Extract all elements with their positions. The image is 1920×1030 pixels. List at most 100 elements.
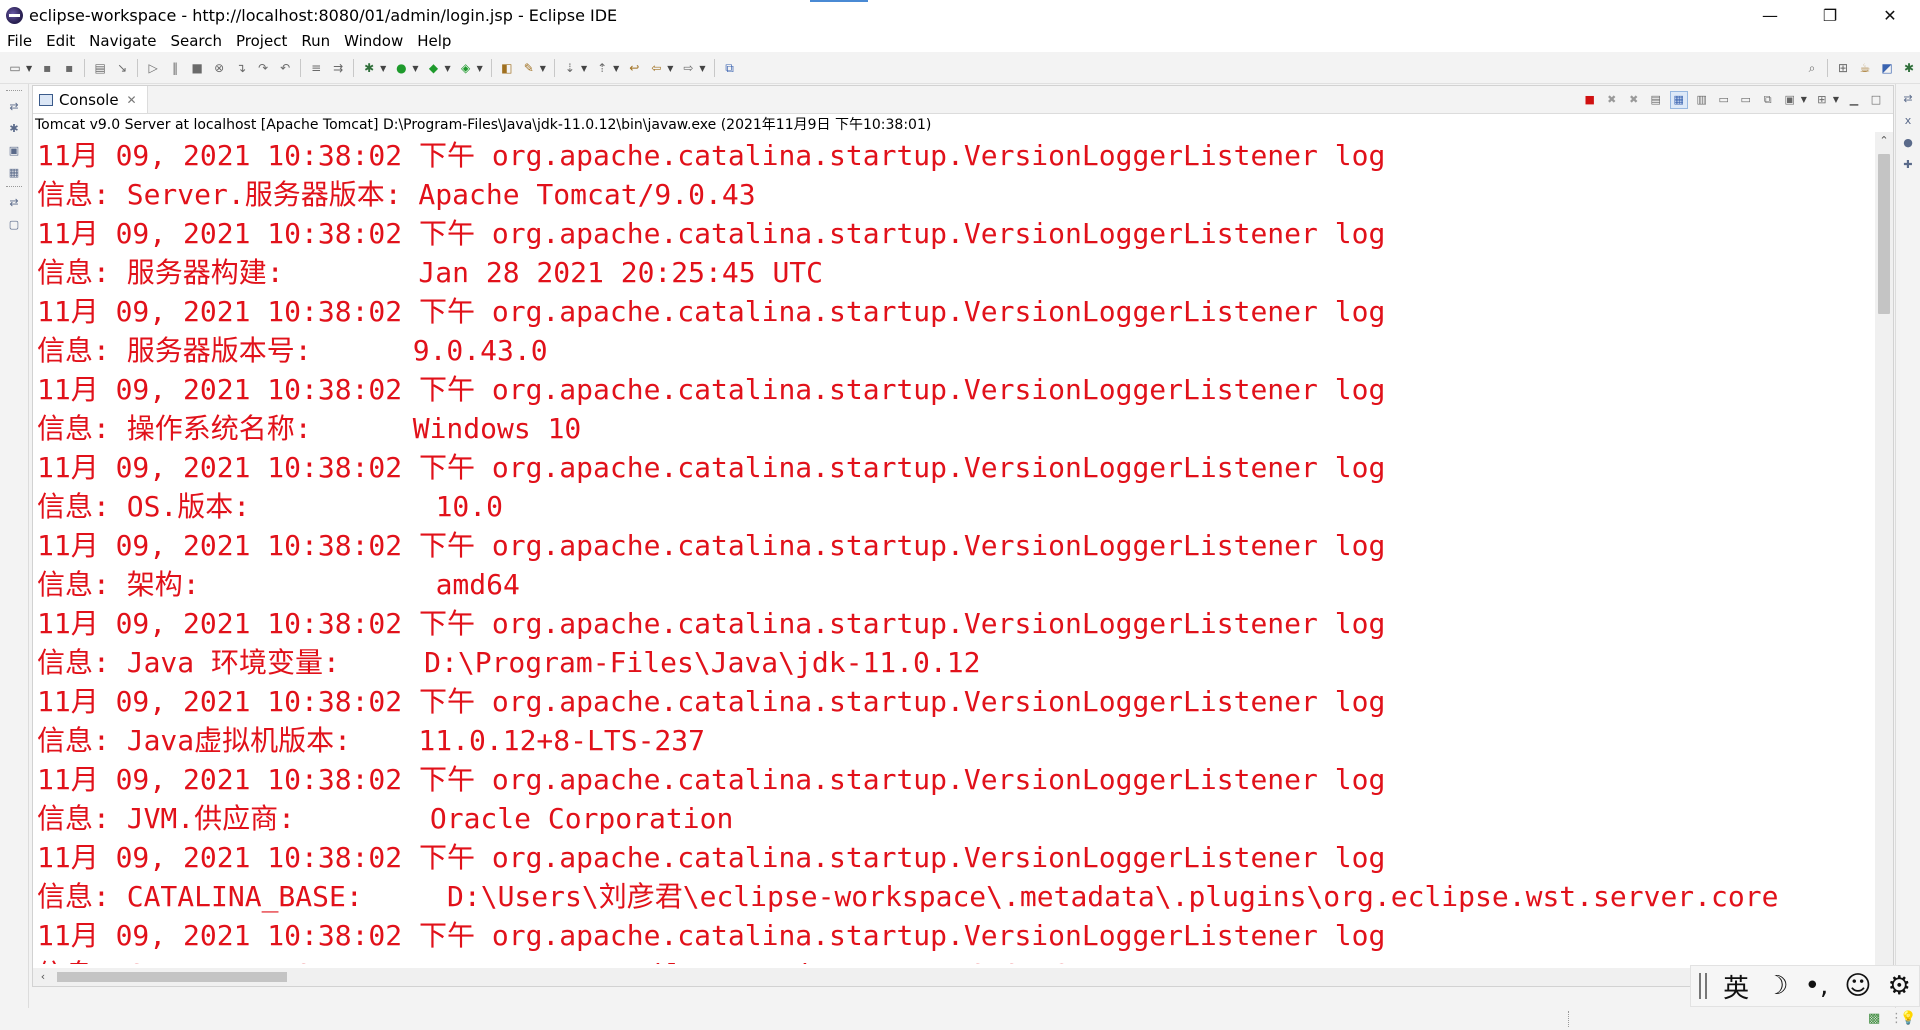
variables-view-icon[interactable]: x: [1900, 112, 1916, 128]
remove-launch-icon[interactable]: ✖: [1604, 92, 1620, 108]
maximize-view-icon[interactable]: □: [1868, 92, 1884, 108]
open-perspective-icon[interactable]: ⊞: [1835, 60, 1851, 76]
step-over-icon[interactable]: ↷: [255, 60, 271, 76]
scroll-left-arrow-icon[interactable]: ‹: [35, 968, 51, 986]
ime-drag-handle[interactable]: [1699, 973, 1708, 999]
menu-help[interactable]: Help: [410, 32, 458, 50]
menu-file[interactable]: File: [0, 32, 39, 50]
use-step-filters-icon[interactable]: ⇉: [330, 60, 346, 76]
print-icon[interactable]: ▤: [92, 60, 108, 76]
restore-view-icon[interactable]: ⇄: [6, 98, 22, 114]
java-perspective-icon[interactable]: ◩: [1879, 60, 1895, 76]
toolbar-separator: [137, 59, 139, 77]
search-icon[interactable]: ✎: [521, 60, 537, 76]
pin-icon[interactable]: ⧉: [722, 60, 738, 76]
view-tab-bar: Console ✕ ■ ✖ ✖ ▤ ▦ ▥ ▭ ▭ ⧉ ▣ ▼ ⊞ ▼ ▁ □: [33, 86, 1893, 114]
menu-navigate[interactable]: Navigate: [82, 32, 163, 50]
process-description: Tomcat v9.0 Server at localhost [Apache …: [35, 117, 932, 133]
servers-view-icon[interactable]: ▦: [6, 164, 22, 180]
ime-settings-icon[interactable]: ⚙: [1888, 971, 1911, 1001]
step-into-icon[interactable]: ↴: [233, 60, 249, 76]
show-on-error-icon[interactable]: ▭: [1738, 92, 1754, 108]
word-wrap-icon[interactable]: ▥: [1694, 92, 1710, 108]
close-tab-icon[interactable]: ✕: [127, 93, 137, 107]
external-tools-dropdown-icon[interactable]: ▼: [477, 64, 483, 73]
ime-language-toggle[interactable]: 英: [1723, 968, 1749, 1005]
menu-run[interactable]: Run: [294, 32, 337, 50]
open-type-icon[interactable]: ◧: [499, 60, 515, 76]
save-icon[interactable]: ▪: [39, 60, 55, 76]
run-icon[interactable]: ●: [393, 60, 409, 76]
outline-view-icon[interactable]: ▢: [6, 216, 22, 232]
run-dropdown-icon[interactable]: ▼: [412, 64, 418, 73]
vertical-scrollbar[interactable]: ⌃: [1875, 132, 1893, 966]
restore-view-icon[interactable]: ⇄: [1900, 90, 1916, 106]
new-icon[interactable]: ▭: [7, 60, 23, 76]
external-tools-icon[interactable]: ◈: [458, 60, 474, 76]
pin-console-icon[interactable]: ⧉: [1760, 92, 1776, 108]
debug-icon[interactable]: ✱: [361, 60, 377, 76]
coverage-dropdown-icon[interactable]: ▼: [444, 64, 450, 73]
restore-button[interactable]: ❐: [1800, 0, 1860, 30]
debug-view-icon[interactable]: ✱: [6, 120, 22, 136]
horizontal-scrollbar[interactable]: ‹: [33, 968, 1875, 986]
forward-icon[interactable]: ⇨: [680, 60, 696, 76]
progress-icon[interactable]: ▩: [1868, 1011, 1880, 1026]
back-icon[interactable]: ⇦: [648, 60, 664, 76]
close-button[interactable]: ✕: [1860, 0, 1920, 30]
java-ee-perspective-icon[interactable]: ☕: [1857, 60, 1873, 76]
log-line: 11月 09, 2021 10:38:02 下午 org.apache.cata…: [37, 373, 1386, 406]
disconnect-icon[interactable]: ⊗: [211, 60, 227, 76]
restore-view-icon[interactable]: ⇄: [6, 194, 22, 210]
menu-edit[interactable]: Edit: [39, 32, 82, 50]
resume-icon[interactable]: ▷: [145, 60, 161, 76]
new-dropdown-icon[interactable]: ▼: [26, 64, 32, 73]
ime-punctuation-icon[interactable]: •,: [1805, 971, 1829, 1001]
vertical-scroll-thumb[interactable]: [1878, 154, 1890, 314]
minimize-button[interactable]: —: [1740, 0, 1800, 30]
open-console-icon[interactable]: ⊞: [1814, 92, 1830, 108]
terminate-icon[interactable]: ■: [1582, 92, 1598, 108]
menu-project[interactable]: Project: [229, 32, 294, 50]
log-line: 信息: 架构: amd64: [37, 568, 520, 601]
skip-breakpoints-icon[interactable]: ↘: [114, 60, 130, 76]
tip-of-the-day-icon[interactable]: 💡: [1900, 1011, 1916, 1026]
trim-separator: [6, 90, 22, 92]
forward-dropdown-icon[interactable]: ▼: [699, 64, 705, 73]
display-console-dropdown-icon[interactable]: ▼: [1801, 95, 1807, 104]
show-on-output-icon[interactable]: ▭: [1716, 92, 1732, 108]
back-dropdown-icon[interactable]: ▼: [667, 64, 673, 73]
quick-access-search-icon[interactable]: ⌕: [1804, 60, 1820, 76]
debug-dropdown-icon[interactable]: ▼: [380, 64, 386, 73]
minimize-view-icon[interactable]: ▁: [1846, 92, 1862, 108]
previous-annotation-icon[interactable]: ⇡: [594, 60, 610, 76]
expressions-view-icon[interactable]: ✚: [1900, 156, 1916, 172]
menu-window[interactable]: Window: [337, 32, 410, 50]
next-annotation-icon[interactable]: ⇣: [562, 60, 578, 76]
suspend-icon[interactable]: ‖: [167, 60, 183, 76]
clear-console-icon[interactable]: ▤: [1648, 92, 1664, 108]
last-edit-icon[interactable]: ↩: [626, 60, 642, 76]
scroll-up-arrow-icon[interactable]: ⌃: [1875, 132, 1893, 150]
coverage-icon[interactable]: ◆: [425, 60, 441, 76]
open-console-dropdown-icon[interactable]: ▼: [1833, 95, 1839, 104]
previous-annotation-dropdown-icon[interactable]: ▼: [613, 64, 619, 73]
ime-emoji-icon[interactable]: ☺: [1844, 971, 1871, 1001]
console-output[interactable]: 11月 09, 2021 10:38:02 下午 org.apache.cata…: [37, 136, 1867, 964]
toggle-mark-icon[interactable]: ≡: [308, 60, 324, 76]
horizontal-scroll-thumb[interactable]: [57, 972, 287, 982]
debug-perspective-icon[interactable]: ✱: [1901, 60, 1917, 76]
next-annotation-dropdown-icon[interactable]: ▼: [581, 64, 587, 73]
breakpoints-view-icon[interactable]: ●: [1900, 134, 1916, 150]
tab-console[interactable]: Console ✕: [33, 86, 148, 113]
display-console-icon[interactable]: ▣: [1782, 92, 1798, 108]
step-return-icon[interactable]: ↶: [277, 60, 293, 76]
ime-halfwidth-icon[interactable]: ☽: [1765, 971, 1788, 1001]
remove-all-terminated-icon[interactable]: ✖: [1626, 92, 1642, 108]
scroll-lock-icon[interactable]: ▦: [1669, 90, 1688, 109]
terminate-icon[interactable]: ■: [189, 60, 205, 76]
menu-search[interactable]: Search: [163, 32, 229, 50]
search-dropdown-icon[interactable]: ▼: [540, 64, 546, 73]
project-explorer-icon[interactable]: ▣: [6, 142, 22, 158]
save-all-icon[interactable]: ▪: [61, 60, 77, 76]
